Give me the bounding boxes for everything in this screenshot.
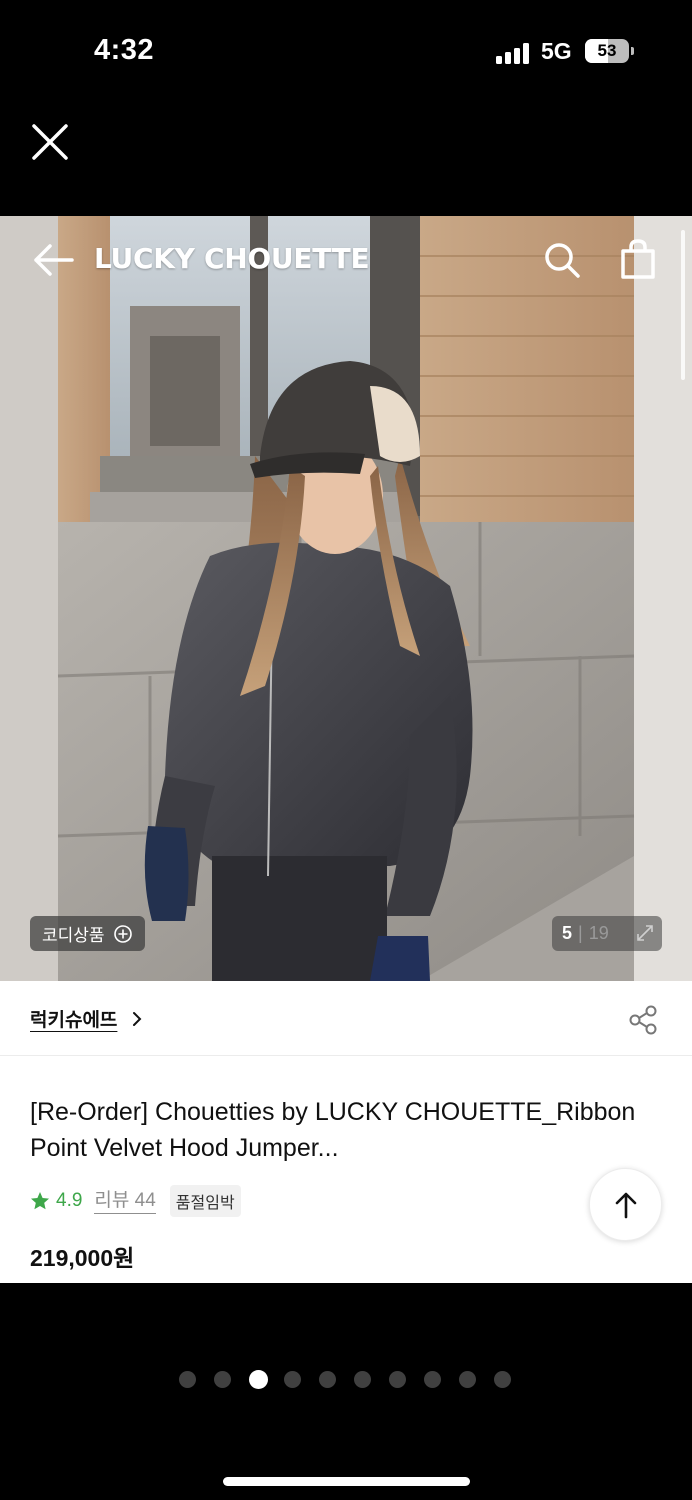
- network-type: 5G: [541, 38, 572, 64]
- cellular-signal-icon: [496, 42, 532, 64]
- scrollbar[interactable]: [681, 230, 685, 380]
- status-badge: 품절임박: [169, 1185, 241, 1217]
- status-bar: 4:32 5G 53: [0, 0, 692, 100]
- store-title: LUCKY CHOUETTE: [94, 242, 370, 275]
- product-image-carousel[interactable]: LUCKY CHOUETTE 코디상품 5 | 19: [0, 216, 692, 981]
- coordi-label: 코디상품: [42, 926, 105, 945]
- store-header: LUCKY CHOUETTE: [0, 216, 692, 306]
- battery-level: 53: [597, 41, 617, 60]
- arrow-up-icon: [615, 1192, 637, 1219]
- product-photo: [0, 216, 692, 981]
- page-dot[interactable]: [249, 1370, 268, 1389]
- close-icon: [32, 124, 68, 160]
- page-dot[interactable]: [354, 1371, 371, 1388]
- plus-circle-icon: [113, 924, 132, 943]
- shopping-bag-icon: [621, 239, 655, 279]
- status-time: 4:32: [94, 34, 155, 66]
- expand-icon[interactable]: [636, 924, 654, 942]
- coordi-products-button[interactable]: 코디상품: [30, 916, 145, 951]
- current-image-index: 5: [562, 923, 573, 943]
- battery-icon: 53: [585, 39, 629, 63]
- rating-value: 4.9: [56, 1190, 83, 1211]
- close-button[interactable]: [26, 118, 74, 166]
- page-dot[interactable]: [424, 1371, 441, 1388]
- share-button[interactable]: [626, 1003, 660, 1037]
- page-dot[interactable]: [319, 1371, 336, 1388]
- rating-row: 4.9 리뷰 44 품절임박: [30, 1185, 241, 1217]
- scroll-to-top-button[interactable]: [589, 1168, 662, 1241]
- battery-tip: [631, 47, 634, 55]
- back-button[interactable]: [30, 240, 76, 280]
- star-icon: [31, 1192, 49, 1210]
- arrow-left-icon: [34, 244, 74, 276]
- search-button[interactable]: [542, 240, 582, 280]
- share-icon: [629, 1005, 657, 1035]
- product-price: 219,000원: [30, 1245, 135, 1271]
- page-dot[interactable]: [494, 1371, 511, 1388]
- total-image-count: 19: [588, 923, 609, 943]
- cart-button[interactable]: [618, 238, 658, 280]
- image-counter: 5 | 19: [552, 916, 662, 951]
- counter-separator: |: [578, 923, 583, 943]
- review-link[interactable]: 리뷰 44: [94, 1189, 156, 1214]
- search-icon: [545, 243, 580, 278]
- product-info-panel: 럭키슈에뜨 [Re-Order] Chouetties by LUCKY CHO…: [0, 981, 692, 1283]
- brand-link[interactable]: 럭키슈에뜨: [30, 1005, 117, 1032]
- page-dot[interactable]: [459, 1371, 476, 1388]
- home-indicator[interactable]: [223, 1477, 470, 1486]
- product-title: [Re-Order] Chouetties by LUCKY CHOUETTE_…: [30, 1098, 636, 1162]
- page-indicator: [0, 1369, 692, 1391]
- brand-row: 럭키슈에뜨: [0, 981, 692, 1056]
- chevron-right-icon[interactable]: [131, 1011, 143, 1027]
- page-dot[interactable]: [284, 1371, 301, 1388]
- page-dot[interactable]: [214, 1371, 231, 1388]
- page-dot[interactable]: [179, 1371, 196, 1388]
- page-dot[interactable]: [389, 1371, 406, 1388]
